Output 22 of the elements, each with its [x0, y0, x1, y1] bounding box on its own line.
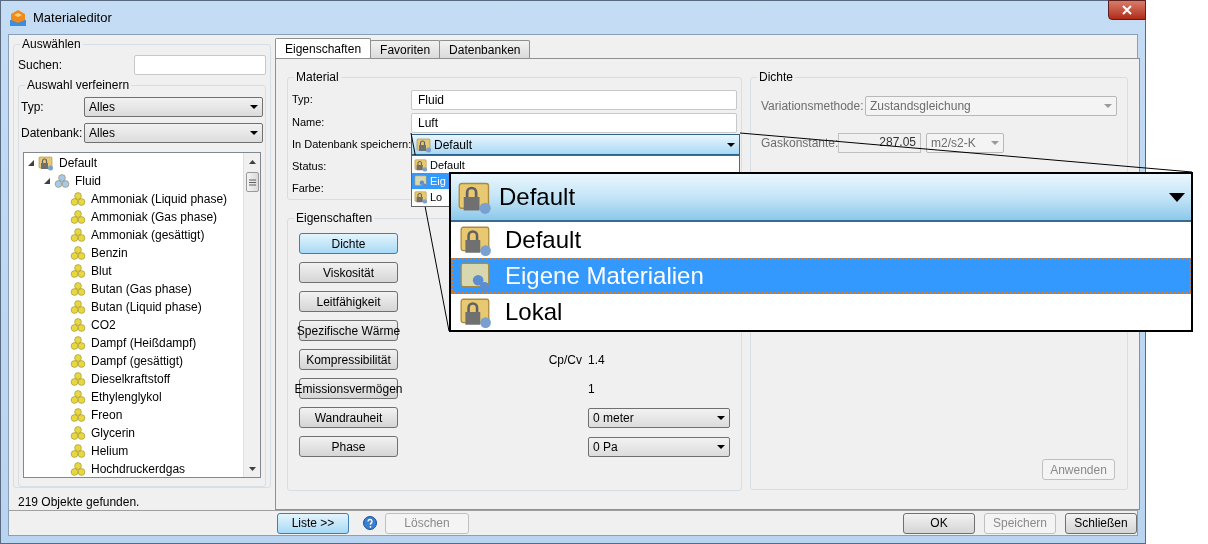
status-text: 219 Objekte gefunden.: [17, 494, 141, 511]
value-label: Cp/Cv: [548, 351, 582, 369]
field-label: Farbe:: [292, 180, 325, 196]
field-label: Gaskonstante:: [761, 135, 838, 152]
field-label: Status:: [292, 158, 328, 174]
group-title: Dichte: [757, 70, 795, 84]
field-label: Typ:: [292, 92, 314, 108]
group-title: Eigenschaften: [294, 211, 375, 225]
window-title: Materialeditor: [33, 8, 112, 27]
field-label: Suchen:: [18, 57, 63, 74]
value-text: 1: [588, 380, 595, 398]
group-title: Auswahl verfeinern: [25, 78, 132, 92]
dropdown-value: Default: [499, 182, 576, 212]
group-title: Material: [294, 70, 341, 84]
field-label: In Datenbank speichern:: [292, 137, 411, 153]
field-label: Variationsmethode:: [761, 98, 865, 115]
field-label: Name:: [292, 115, 326, 131]
group-title: Auswählen: [20, 37, 83, 51]
input-field: 287.05: [838, 133, 921, 153]
field-label: Datenbank:: [21, 125, 83, 142]
field-label: Typ:: [21, 99, 44, 116]
value-text: 1.4: [588, 351, 605, 369]
